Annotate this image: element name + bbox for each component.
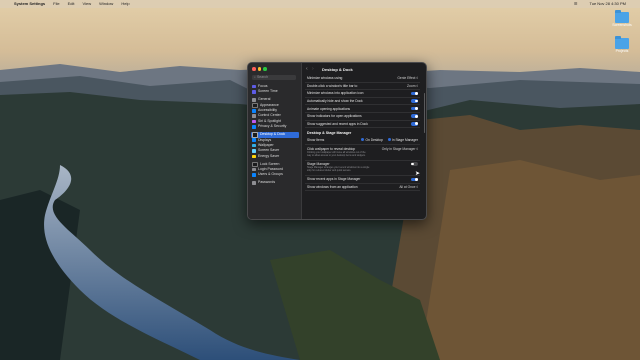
row-label: Minimize windows into application icon (307, 91, 364, 96)
search-input[interactable]: ⌕ Search (252, 75, 296, 80)
row-label: Double-click a window's title bar to (307, 83, 358, 88)
minimize-effect-popup[interactable]: Genie Effect ◊ (397, 76, 418, 80)
autohide-dock-row: Automatically hide and show the Dock (305, 98, 420, 106)
sidebar-item-label: Users & Groups (258, 172, 283, 177)
suggested-apps-toggle[interactable] (411, 122, 418, 126)
show-indicators-toggle[interactable] (411, 114, 418, 119)
accessibility-icon (252, 109, 256, 113)
sidebar-item-label: Energy Saver (258, 153, 280, 158)
row-label: Show suggested and recent apps in Dock (307, 121, 368, 126)
menu-edit[interactable]: Edit (68, 0, 75, 8)
sidebar-item-label: Privacy & Security (258, 124, 287, 129)
sidebar-list: Focus Screen Time General Appearance Acc… (251, 84, 299, 186)
checkbox-label: On Desktop (365, 137, 383, 142)
sidebar-item-label: Passwords (258, 180, 276, 185)
settings-content: Minimize windows using Genie Effect ◊ Dou… (305, 75, 420, 192)
folder-icon (615, 10, 629, 23)
menu-app-name[interactable]: System Settings (14, 0, 45, 8)
row-description: Clicking your wallpaper will move all wi… (307, 150, 366, 157)
hand-icon (252, 125, 256, 129)
autohide-dock-toggle[interactable] (411, 99, 418, 103)
siri-icon (252, 119, 256, 124)
show-windows-row: Show windows from an application All at O… (305, 184, 420, 192)
suggested-apps-row: Show suggested and recent apps in Dock (305, 121, 420, 129)
minimize-button[interactable] (257, 67, 261, 71)
sidebar-item-passwords[interactable]: Passwords (251, 180, 299, 185)
settings-window: ⌕ Search Focus Screen Time General Appea… (247, 62, 427, 220)
control-center-icon (252, 114, 256, 118)
section-heading: Desktop & Stage Manager (307, 131, 352, 136)
dock-icon (252, 132, 258, 138)
desktop-folder-projects[interactable]: Projects (612, 36, 632, 53)
page-title: Desktop & Dock (322, 66, 353, 72)
folder-icon (615, 36, 629, 49)
menu-bar: System Settings File Edit View Window He… (0, 0, 640, 8)
scrollbar[interactable] (423, 93, 425, 133)
passwords-icon (252, 181, 256, 185)
search-placeholder: Search (256, 75, 269, 79)
display-icon (252, 138, 256, 142)
double-click-row: Double-click a window's title bar to Zoom… (305, 83, 420, 91)
row-label: Show recent apps in Stage Manager (307, 177, 361, 182)
battery-icon (252, 154, 256, 159)
lock-icon (252, 161, 258, 168)
screen-saver-icon (252, 149, 256, 153)
zoom-button[interactable] (263, 67, 267, 71)
row-description: Stage Manager arranges your recent windo… (307, 166, 370, 173)
in-stage-manager-checkbox[interactable]: In Stage Manager (387, 137, 418, 142)
settings-pane: ‹ › Desktop & Dock Minimize windows usin… (302, 63, 426, 219)
checkbox-label: In Stage Manager (391, 137, 418, 142)
gear-icon (252, 98, 256, 102)
minimize-into-icon-toggle[interactable] (411, 91, 418, 96)
click-wallpaper-popup[interactable]: Only in Stage Manager ◊ (382, 147, 418, 151)
row-label: Minimize windows using (307, 76, 343, 81)
desktop-folder-label: Projects (615, 49, 629, 53)
row-label: Animate opening applications (307, 106, 351, 111)
wallpaper-icon (252, 143, 256, 148)
mouse-cursor-icon: ➤ (415, 171, 421, 177)
row-label: Show windows from an application (307, 185, 358, 190)
screen-time-icon (252, 90, 256, 94)
show-windows-popup[interactable]: All at Once ◊ (399, 185, 418, 189)
animate-apps-row: Animate opening applications (305, 105, 420, 113)
animate-apps-toggle[interactable] (411, 106, 418, 111)
recent-apps-stage-toggle[interactable] (411, 177, 418, 182)
checkbox-icon (387, 138, 391, 142)
menu-clock[interactable]: Tue Nov 28 4:30 PM (589, 0, 626, 8)
menu-help[interactable]: Help (121, 0, 129, 8)
desktop-folder-label: Screenshots (612, 23, 632, 27)
minimize-into-icon-row: Minimize windows into application icon (305, 90, 420, 98)
minimize-effect-row: Minimize windows using Genie Effect ◊ (305, 75, 420, 83)
stage-manager-toggle[interactable] (411, 162, 418, 166)
stage-manager-row: Stage Manager Stage Manager arranges you… (305, 161, 420, 177)
row-label: Automatically hide and show the Dock (307, 99, 363, 104)
forward-button[interactable]: › (312, 66, 318, 72)
traffic-lights (252, 67, 267, 71)
recent-apps-stage-row: Show recent apps in Stage Manager (305, 176, 420, 184)
menu-file[interactable]: File (53, 0, 59, 8)
row-label: Show indicators for open applications (307, 114, 362, 119)
sidebar-item-label: Screen Time (258, 89, 278, 94)
focus-icon (252, 84, 256, 89)
click-wallpaper-row: Click wallpaper to reveal desktop Clicki… (305, 145, 420, 161)
key-icon (252, 167, 256, 172)
appearance-icon (252, 102, 258, 109)
toolbar: ‹ › Desktop & Dock (302, 63, 426, 75)
double-click-popup[interactable]: Zoom ◊ (407, 84, 418, 88)
users-icon (252, 173, 256, 177)
checkbox-icon (361, 138, 365, 142)
close-button[interactable] (252, 67, 256, 71)
menu-window[interactable]: Window (99, 0, 113, 8)
show-indicators-row: Show indicators for open applications (305, 113, 420, 121)
row-label: Show Items (307, 138, 325, 143)
on-desktop-checkbox[interactable]: On Desktop (361, 137, 383, 142)
show-items-row: Show Items On Desktop In Stage Manager (305, 136, 420, 146)
control-center-icon[interactable]: ☰ (574, 0, 578, 8)
desktop-folder-screenshots[interactable]: Screenshots (612, 10, 632, 27)
menu-view[interactable]: View (82, 0, 91, 8)
sidebar: ⌕ Search Focus Screen Time General Appea… (248, 63, 302, 219)
